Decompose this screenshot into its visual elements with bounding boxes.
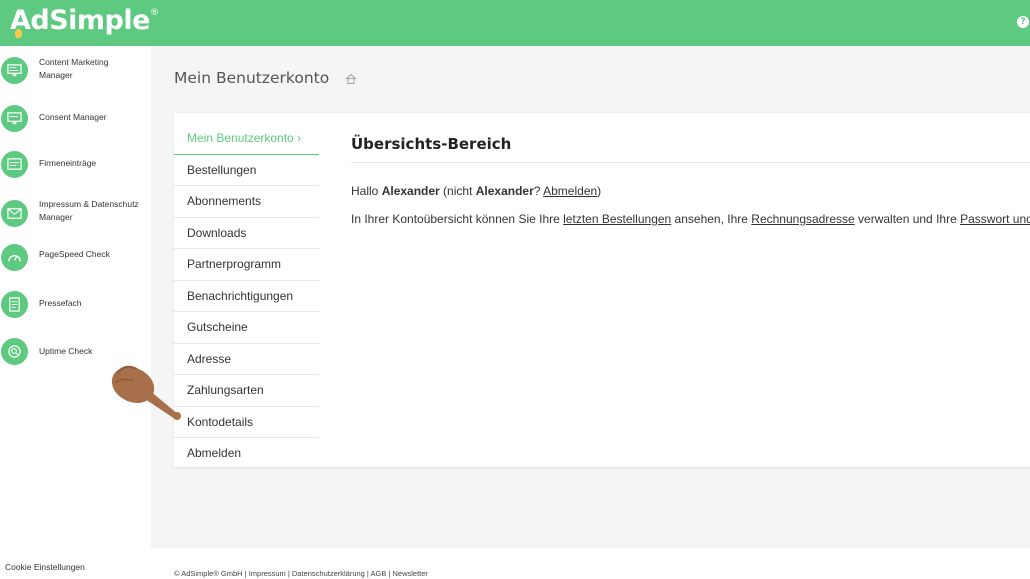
description-text: In Ihrer Kontoübersicht können Sie Ihre … [351,212,1030,226]
menu-item-zahlungsarten[interactable]: Zahlungsarten [174,375,319,407]
listing-icon [1,151,28,178]
account-card: Mein Benutzerkonto › Bestellungen Abonne… [174,113,1030,467]
question-circle-icon[interactable]: ? [1017,16,1029,28]
footer-links[interactable]: © AdSimple® GmbH | Impressum | Datenschu… [174,569,428,578]
sidebar-item-pressefach[interactable]: Pressefach [0,290,151,326]
password-link[interactable]: Passwort und die [960,212,1030,226]
sidebar-item-content-marketing-manager[interactable]: Content Marketing Manager [0,56,151,92]
user-name: Alexander [475,184,534,198]
top-bar: AdSimple® ? [0,0,1030,46]
sidebar-item-consent-manager[interactable]: Consent Manager [0,104,151,140]
speedometer-icon [1,244,28,271]
cookie-settings-link[interactable]: Cookie Einstellungen [5,562,85,572]
menu-item-partnerprogramm[interactable]: Partnerprogramm [174,249,319,281]
page-title: Mein Benutzerkonto [174,69,330,87]
overview-heading: Übersichts-Bereich [351,135,1030,163]
sidebar-item-firmeneintraege[interactable]: Firmeneinträge [0,150,151,186]
menu-item-kontodetails[interactable]: Kontodetails [174,407,319,438]
billing-address-link[interactable]: Rechnungsadresse [751,212,854,226]
menu-item-bestellungen[interactable]: Bestellungen [174,155,319,186]
footer: © AdSimple® GmbH | Impressum | Datenschu… [151,548,1030,579]
envelope-icon [1,200,28,227]
sidebar-item-label: Pressefach [39,298,82,308]
document-icon [1,291,28,318]
pointing-hand-icon [111,365,181,420]
sidebar-item-impressum-datenschutz[interactable]: Impressum & Datenschutz Manager [0,196,151,232]
sidebar: Content Marketing Manager Consent Manage… [0,46,151,579]
menu-item-abmelden[interactable]: Abmelden [174,438,319,470]
user-name: Alexander [381,184,440,198]
greeting-text: Hallo Alexander (nicht Alexander? Abmeld… [351,184,602,198]
sidebar-item-label: Content Marketing Manager [39,57,109,80]
search-icon [1,338,28,365]
account-menu: Mein Benutzerkonto › Bestellungen Abonne… [174,123,319,470]
menu-item-downloads[interactable]: Downloads [174,218,319,249]
logo[interactable]: AdSimple® [10,5,159,36]
recent-orders-link[interactable]: letzten Bestellungen [563,212,671,226]
monitor-icon [1,57,28,84]
lightbulb-icon [15,29,22,38]
menu-item-mein-benutzerkonto[interactable]: Mein Benutzerkonto › [174,123,319,155]
sidebar-item-label: PageSpeed Check [39,249,110,259]
menu-item-abonnements[interactable]: Abonnements [174,186,319,218]
home-icon[interactable] [345,73,357,85]
overview-content: Übersichts-Bereich Hallo Alexander (nich… [351,135,1030,226]
sidebar-item-pagespeed-check[interactable]: PageSpeed Check [0,243,151,279]
menu-item-adresse[interactable]: Adresse [174,344,319,375]
logout-link[interactable]: Abmelden [543,184,597,198]
sidebar-item-label: Firmeneinträge [39,158,97,168]
menu-item-benachrichtigungen[interactable]: Benachrichtigungen [174,281,319,312]
sidebar-item-label: Consent Manager [39,112,107,122]
menu-item-gutscheine[interactable]: Gutscheine [174,312,319,344]
monitor-icon [1,105,28,132]
sidebar-item-label: Impressum & Datenschutz Manager [39,199,139,222]
